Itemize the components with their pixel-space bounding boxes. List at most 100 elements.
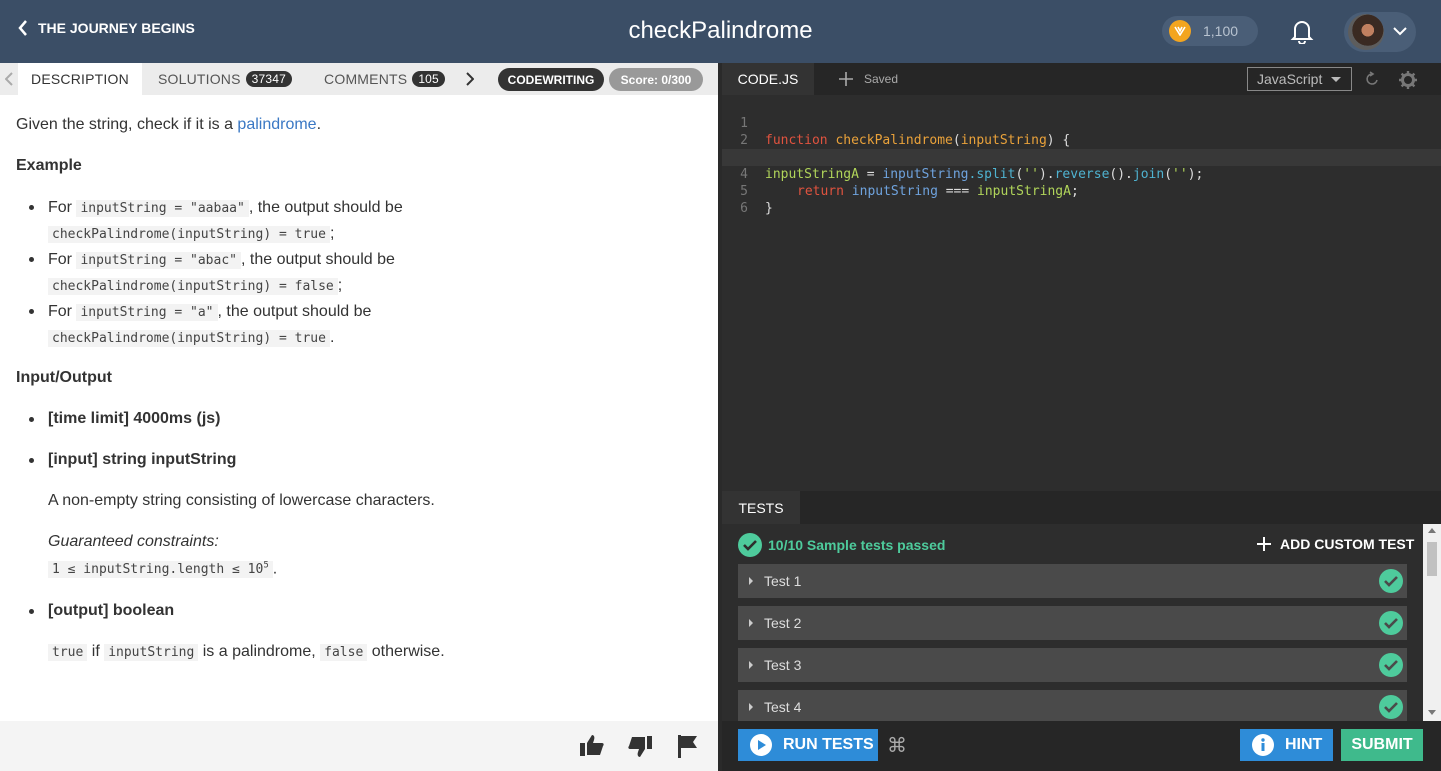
intro-prefix: Given the string, check if it is a <box>16 116 238 133</box>
scroll-down-icon[interactable] <box>1428 710 1436 715</box>
input-label: [input] string inputString <box>48 451 237 468</box>
test-row[interactable]: Test 3 <box>738 648 1407 682</box>
input-code: inputString <box>104 644 199 662</box>
constraint-line: 1 ≤ inputString.length ≤ 105. <box>48 554 706 582</box>
code-editor[interactable]: 1 function checkPalindrome(inputString) … <box>722 98 1441 216</box>
saved-status[interactable]: Saved <box>838 71 898 87</box>
check-circle-icon <box>1379 695 1403 719</box>
check-circle-icon <box>1379 611 1403 635</box>
output-text: otherwise. <box>367 643 445 661</box>
tab-label: COMMENTS <box>324 71 408 87</box>
for-text: For <box>48 303 72 320</box>
run-tests-button[interactable]: RUN TESTS <box>738 729 878 761</box>
score-badge: Score: 0/300 <box>609 68 703 91</box>
list-item: For inputString = "abac", the output sho… <box>16 247 706 299</box>
tab-description[interactable]: DESCRIPTION <box>18 63 142 95</box>
example-input-code: inputString = "a" <box>76 304 218 321</box>
feedback-bar <box>0 721 718 771</box>
reset-icon[interactable] <box>1364 71 1380 87</box>
add-custom-test-label: ADD CUSTOM TEST <box>1280 536 1415 552</box>
coins-badge[interactable]: 1,100 <box>1162 16 1258 46</box>
example-mid-text: , the output should be <box>241 251 395 268</box>
bell-icon[interactable] <box>1290 18 1314 44</box>
line-number: 6 <box>740 201 748 216</box>
example-heading: Example <box>16 157 82 174</box>
chevron-down-icon <box>1393 27 1407 36</box>
tests-summary-text: 10/10 Sample tests passed <box>768 537 946 553</box>
input-item: [input] string inputString A non-empty s… <box>16 448 706 582</box>
test-label: Test 2 <box>764 615 802 631</box>
avatar <box>1348 14 1384 50</box>
tab-code-file[interactable]: CODE.JS <box>722 63 814 95</box>
scrollbar-thumb[interactable] <box>1427 542 1437 576</box>
count-badge: 105 <box>412 71 445 87</box>
tab-label: DESCRIPTION <box>31 71 129 87</box>
test-label: Test 1 <box>764 573 802 589</box>
list-item: For inputString = "aabaa", the output sh… <box>16 195 706 247</box>
coin-icon <box>1169 20 1191 42</box>
for-text: For <box>48 251 72 268</box>
gear-icon[interactable] <box>1399 71 1417 89</box>
scroll-up-icon[interactable] <box>1428 528 1436 533</box>
tab-tests[interactable]: TESTS <box>722 491 800 524</box>
flag-icon[interactable] <box>676 733 700 759</box>
chevron-right-icon <box>466 72 474 86</box>
output-desc: true if inputString is a palindrome, fal… <box>48 640 706 665</box>
hint-button[interactable]: HINT <box>1240 729 1333 761</box>
top-bar: THE JOURNEY BEGINS checkPalindrome 1,100 <box>0 0 1441 63</box>
example-output-code: checkPalindrome(inputString) = true <box>48 226 330 243</box>
io-list: [time limit] 4000ms (js) [input] string … <box>16 407 706 665</box>
thumbs-up-icon[interactable] <box>579 733 605 757</box>
constraints-label: Guaranteed constraints: <box>48 533 219 550</box>
code-line: 5 } <box>722 166 1441 216</box>
tab-scroll-left-button[interactable] <box>0 63 18 95</box>
tests-scrollbar[interactable] <box>1423 524 1441 721</box>
example-input-code: inputString = "abac" <box>76 252 241 269</box>
language-select[interactable]: JavaScript <box>1247 67 1352 91</box>
test-row[interactable]: Test 2 <box>738 606 1407 640</box>
thumbs-down-icon[interactable] <box>627 735 653 759</box>
palindrome-link[interactable]: palindrome <box>237 116 316 133</box>
expand-arrow-icon <box>749 577 753 585</box>
caret-down-icon <box>1331 77 1341 82</box>
coins-count: 1,100 <box>1203 23 1239 39</box>
check-circle-icon <box>1379 653 1403 677</box>
user-menu[interactable] <box>1344 12 1416 52</box>
time-limit: [time limit] 4000ms (js) <box>16 407 706 431</box>
expand-arrow-icon <box>749 661 753 669</box>
example-end: ; <box>329 225 335 242</box>
count-badge: 37347 <box>245 71 293 87</box>
true-code: true <box>48 644 88 662</box>
output-text: is a palindrome, <box>198 643 321 661</box>
example-output-code: checkPalindrome(inputString) = false <box>48 278 338 295</box>
output-label: [output] boolean <box>48 602 175 620</box>
false-code: false <box>320 644 368 662</box>
plus-icon <box>839 72 853 86</box>
intro-text: Given the string, check if it is a palin… <box>16 113 706 137</box>
code-line: 6 <box>722 183 1441 216</box>
add-custom-test-button[interactable]: ADD CUSTOM TEST <box>1256 536 1414 552</box>
submit-button[interactable]: SUBMIT <box>1341 729 1423 761</box>
test-row[interactable]: Test 4 <box>738 690 1407 721</box>
info-icon <box>1252 734 1274 756</box>
tab-scroll-right-button[interactable] <box>461 63 479 95</box>
check-circle-icon <box>738 533 762 557</box>
plus-icon <box>1257 537 1271 551</box>
test-label: Test 4 <box>764 699 802 715</box>
hint-label: HINT <box>1285 736 1323 753</box>
tests-summary: 10/10 Sample tests passed <box>738 533 945 557</box>
submit-label: SUBMIT <box>1351 736 1413 753</box>
test-row[interactable]: Test 1 <box>738 564 1407 598</box>
editor-panel: CODE.JS Saved JavaScript 1 function chec… <box>722 63 1441 771</box>
description-panel: DESCRIPTION SOLUTIONS 37347 COMMENTS 105… <box>0 63 718 771</box>
tab-solutions[interactable]: SOLUTIONS 37347 <box>143 63 307 95</box>
tests-list: 10/10 Sample tests passed ADD CUSTOM TES… <box>722 524 1441 721</box>
code-line: 2 ▼ inputStringA = inputString.split('')… <box>722 115 1441 182</box>
mode-badge: CODEWRITING <box>498 68 604 91</box>
chevron-left-icon <box>5 72 13 86</box>
expand-arrow-icon <box>749 619 753 627</box>
tab-comments[interactable]: COMMENTS 105 <box>308 63 461 95</box>
example-output-code: checkPalindrome(inputString) = true <box>48 330 330 347</box>
code-line: 1 function checkPalindrome(inputString) … <box>722 98 1441 148</box>
intro-suffix: . <box>316 116 322 133</box>
